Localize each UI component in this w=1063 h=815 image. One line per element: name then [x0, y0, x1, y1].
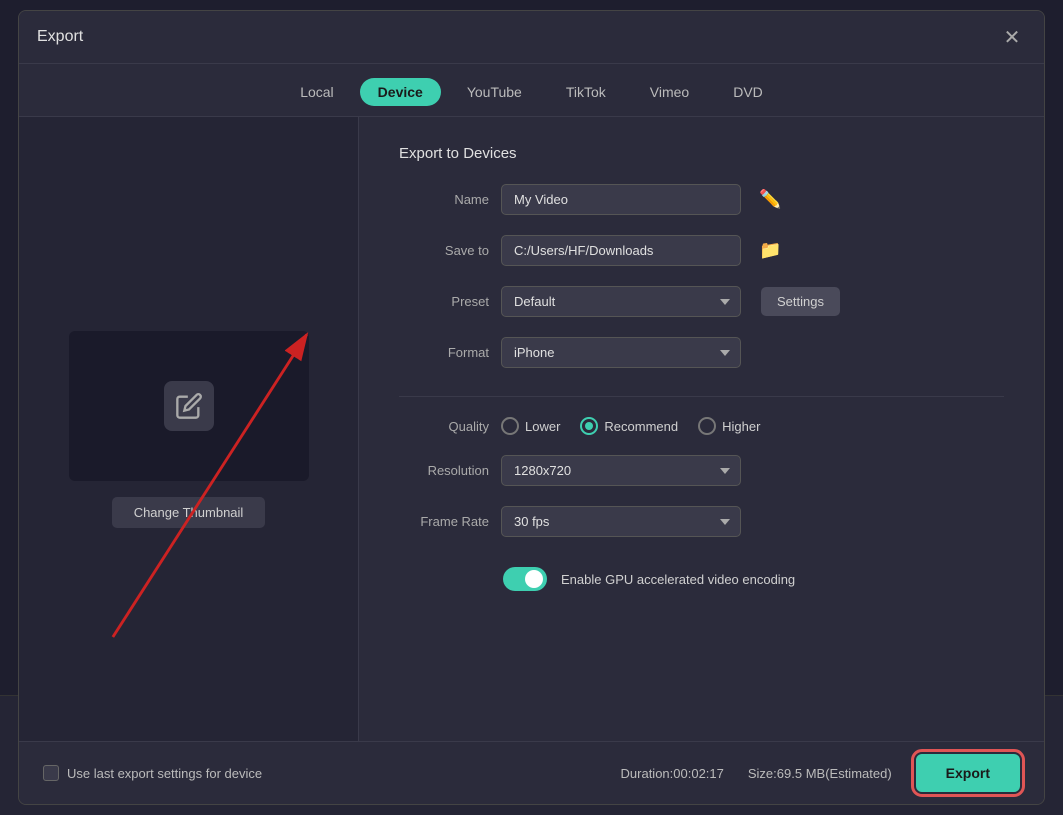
close-button[interactable]: ✕	[998, 23, 1026, 51]
quality-options: Lower Recommend Higher	[501, 417, 1004, 435]
gpu-toggle[interactable]	[503, 567, 547, 591]
frame-rate-row: Frame Rate 24 fps 30 fps 60 fps	[399, 506, 1004, 537]
gpu-row: Enable GPU accelerated video encoding	[399, 567, 1004, 591]
tab-vimeo[interactable]: Vimeo	[632, 78, 707, 106]
tab-youtube[interactable]: YouTube	[449, 78, 540, 106]
export-button[interactable]: Export	[916, 754, 1020, 792]
name-row: Name ✏️	[399, 184, 1004, 215]
format-select[interactable]: iPhone Android iPad Apple TV	[501, 337, 741, 368]
name-input[interactable]	[501, 184, 741, 215]
save-to-label: Save to	[399, 243, 489, 258]
preset-row: Preset Default Custom Settings	[399, 286, 1004, 317]
tab-device[interactable]: Device	[360, 78, 441, 106]
dialog-header: Export ✕	[19, 11, 1044, 64]
tab-dvd[interactable]: DVD	[715, 78, 781, 106]
quality-recommend-option[interactable]: Recommend	[580, 417, 678, 435]
tabs-row: Local Device YouTube TikTok Vimeo DVD	[19, 64, 1044, 117]
quality-lower-radio[interactable]	[501, 417, 519, 435]
toggle-knob	[525, 570, 543, 588]
resolution-select[interactable]: 1280x720 1920x1080 3840x2160	[501, 455, 741, 486]
dialog-overlay: Export ✕ Local Device YouTube TikTok Vim…	[0, 0, 1063, 815]
last-settings-row: Use last export settings for device	[43, 765, 262, 781]
format-label: Format	[399, 345, 489, 360]
right-panel: Export to Devices Name ✏️ Save to 📁 Pres…	[359, 117, 1044, 741]
thumbnail-preview	[69, 331, 309, 481]
last-settings-checkbox[interactable]	[43, 765, 59, 781]
last-settings-label: Use last export settings for device	[67, 766, 262, 781]
save-to-row: Save to 📁	[399, 235, 1004, 266]
resolution-label: Resolution	[399, 463, 489, 478]
frame-rate-label: Frame Rate	[399, 514, 489, 529]
quality-higher-option[interactable]: Higher	[698, 417, 760, 435]
section-title: Export to Devices	[399, 145, 1004, 162]
thumbnail-edit-icon	[164, 381, 214, 431]
change-thumbnail-button[interactable]: Change Thumbnail	[112, 497, 266, 528]
frame-rate-select[interactable]: 24 fps 30 fps 60 fps	[501, 506, 741, 537]
quality-label: Quality	[399, 419, 489, 434]
quality-lower-option[interactable]: Lower	[501, 417, 560, 435]
gpu-label: Enable GPU accelerated video encoding	[561, 572, 795, 587]
format-row: Format iPhone Android iPad Apple TV	[399, 337, 1004, 368]
dialog-footer: Use last export settings for device Dura…	[19, 741, 1044, 804]
tab-tiktok[interactable]: TikTok	[548, 78, 624, 106]
resolution-row: Resolution 1280x720 1920x1080 3840x2160	[399, 455, 1004, 486]
duration-info: Duration:00:02:17	[621, 766, 724, 781]
tab-local[interactable]: Local	[282, 78, 351, 106]
preset-label: Preset	[399, 294, 489, 309]
folder-icon[interactable]: 📁	[759, 240, 781, 261]
footer-right: Duration:00:02:17 Size:69.5 MB(Estimated…	[621, 754, 1020, 792]
name-label: Name	[399, 192, 489, 207]
left-panel: Change Thumbnail	[19, 117, 359, 741]
quality-recommend-radio[interactable]	[580, 417, 598, 435]
divider	[399, 396, 1004, 397]
export-dialog: Export ✕ Local Device YouTube TikTok Vim…	[18, 10, 1045, 805]
quality-lower-label: Lower	[525, 419, 560, 434]
quality-recommend-label: Recommend	[604, 419, 678, 434]
content-area: Change Thumbnail Export to Devices Name	[19, 117, 1044, 741]
preset-select[interactable]: Default Custom	[501, 286, 741, 317]
quality-higher-radio[interactable]	[698, 417, 716, 435]
quality-recommend-inner	[585, 422, 593, 430]
save-to-input[interactable]	[501, 235, 741, 266]
dialog-title: Export	[37, 28, 83, 46]
quality-row: Quality Lower Recommend	[399, 417, 1004, 435]
quality-higher-label: Higher	[722, 419, 760, 434]
ai-icon[interactable]: ✏️	[759, 189, 781, 210]
settings-button[interactable]: Settings	[761, 287, 840, 316]
size-info: Size:69.5 MB(Estimated)	[748, 766, 892, 781]
